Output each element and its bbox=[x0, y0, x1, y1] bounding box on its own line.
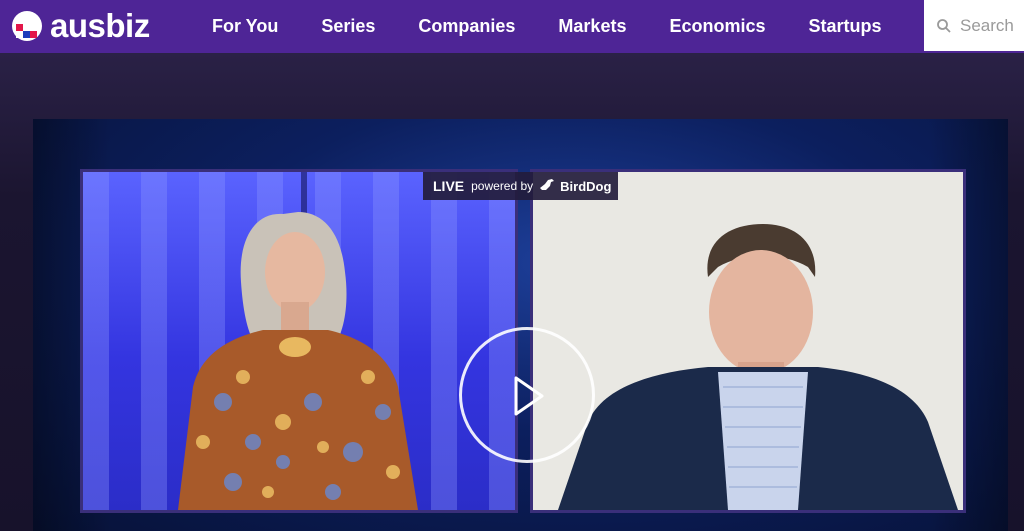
video-panel-presenter bbox=[80, 169, 518, 513]
site-logo[interactable]: ausbiz bbox=[10, 8, 150, 44]
live-label: LIVE bbox=[433, 178, 465, 194]
nav-item-economics[interactable]: Economics bbox=[669, 16, 765, 37]
nav-item-series[interactable]: Series bbox=[321, 16, 375, 37]
search-box[interactable] bbox=[924, 0, 1024, 51]
main-nav: For You Series Companies Markets Economi… bbox=[212, 0, 925, 53]
play-button[interactable] bbox=[459, 327, 595, 463]
search-input[interactable] bbox=[958, 14, 1024, 37]
nav-item-startups[interactable]: Startups bbox=[809, 16, 882, 37]
nav-item-for-you[interactable]: For You bbox=[212, 16, 278, 37]
guest-figure bbox=[533, 172, 963, 510]
ausbiz-logo-icon bbox=[10, 9, 44, 43]
play-icon bbox=[514, 376, 544, 416]
nav-item-companies[interactable]: Companies bbox=[418, 16, 515, 37]
search-icon[interactable] bbox=[936, 18, 952, 34]
top-navigation-bar: ausbiz For You Series Companies Markets … bbox=[0, 0, 1024, 53]
logo-wordmark: ausbiz bbox=[50, 7, 150, 44]
birddog-label: BirdDog bbox=[560, 178, 612, 194]
powered-by-label: powered by bbox=[471, 179, 534, 193]
presenter-figure bbox=[178, 212, 418, 510]
live-badge: LIVE powered by BirdDog bbox=[423, 172, 618, 200]
video-panel-guest bbox=[530, 169, 966, 513]
nav-item-markets[interactable]: Markets bbox=[558, 16, 626, 37]
birddog-icon bbox=[539, 178, 557, 195]
